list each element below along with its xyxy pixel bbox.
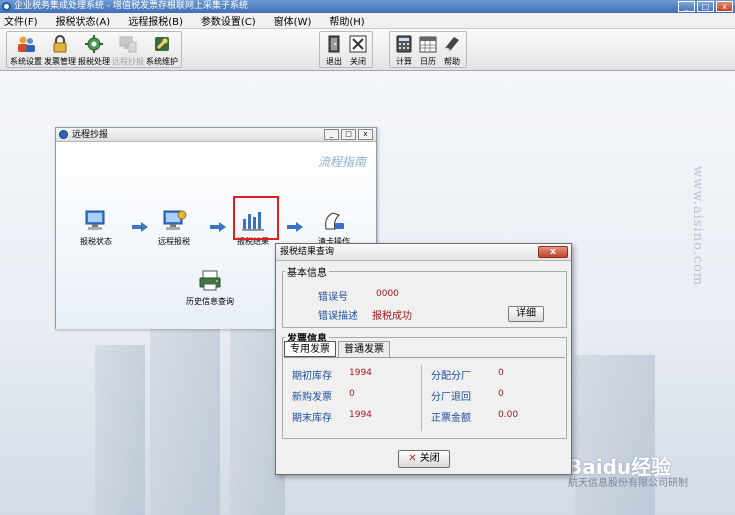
close-window-button[interactable]: 关闭 xyxy=(347,32,369,67)
remote-copy-title: 远程抄报 xyxy=(72,130,109,140)
computer-icon xyxy=(81,207,111,235)
system-settings-button[interactable]: 系统设置 xyxy=(10,32,42,67)
branch-return-value: 0 xyxy=(498,389,504,399)
toolbar-group-main: 系统设置 发票管理 报税处理 远程抄报 系统维护 xyxy=(6,31,182,68)
minimize-button[interactable]: _ xyxy=(678,1,695,12)
close-button[interactable]: x xyxy=(716,1,733,12)
history-query-item[interactable]: 历史信息查询 xyxy=(186,267,234,307)
remote-copy-button[interactable]: 远程抄报 xyxy=(112,32,144,67)
app-title-bar: 企业税务集成处理系统 - 增值税发票存根联网上采集子系统 _ □ x xyxy=(0,0,735,13)
closing-stock-value: 1994 xyxy=(349,410,372,420)
remote-maximize-button[interactable]: □ xyxy=(341,129,356,140)
opening-stock-label: 期初库存 xyxy=(292,371,332,382)
calendar-icon xyxy=(417,33,439,55)
menu-settings[interactable]: 参数设置(C) xyxy=(201,13,256,28)
toolbar: 系统设置 发票管理 报税处理 远程抄报 系统维护 退出 关闭 计算 日历 帮助 xyxy=(0,29,735,71)
toolbar-group-tools: 计算 日历 帮助 xyxy=(389,31,467,68)
workspace-background: www.aisino.com Baidu经验 航天信息股份有限公司研制 远程抄报… xyxy=(0,71,735,515)
tax-processing-button[interactable]: 报税处理 xyxy=(78,32,110,67)
system-maintenance-button[interactable]: 系统维护 xyxy=(146,32,178,67)
dialog-close-x-button[interactable]: x xyxy=(538,246,568,258)
invoice-amount-value: 0.00 xyxy=(498,410,519,420)
exit-door-icon xyxy=(323,33,345,55)
gear-icon xyxy=(83,33,105,55)
opening-stock-value: 1994 xyxy=(349,368,372,378)
step-tax-status[interactable]: 报税状态 xyxy=(80,207,112,247)
closing-stock-label: 期末库存 xyxy=(292,413,332,424)
error-desc-label: 错误描述 xyxy=(318,311,358,322)
aisino-url-watermark: www.aisino.com xyxy=(690,166,705,287)
close-dialog-button[interactable]: ✕ 关闭 xyxy=(398,450,450,468)
invoice-management-button[interactable]: 发票管理 xyxy=(44,32,76,67)
arrow-right-icon xyxy=(132,222,148,232)
app-title: 企业税务集成处理系统 - 增值税发票存根联网上采集子系统 xyxy=(14,1,248,11)
invoice-amount-label: 正票金额 xyxy=(431,413,471,424)
calculator-icon xyxy=(393,33,415,55)
menu-help[interactable]: 帮助(H) xyxy=(329,13,364,28)
menu-bar: 文件(F) 报税状态(A) 远程报税(B) 参数设置(C) 窗体(W) 帮助(H… xyxy=(0,13,735,29)
calculator-button[interactable]: 计算 xyxy=(393,32,415,67)
toolbar-group-window: 退出 关闭 xyxy=(319,31,373,68)
company-mark: 航天信息股份有限公司研制 xyxy=(568,478,688,489)
new-purchase-label: 新购发票 xyxy=(292,392,332,403)
highlight-box xyxy=(233,196,279,240)
basic-info-legend: 基本信息 xyxy=(287,268,327,279)
close-window-icon xyxy=(347,33,369,55)
close-x-icon: ✕ xyxy=(408,453,417,464)
new-purchase-value: 0 xyxy=(349,389,355,399)
arrow-right-icon xyxy=(210,222,226,232)
menu-remote-tax[interactable]: 远程报税(B) xyxy=(128,13,183,28)
error-code-label: 错误号 xyxy=(318,292,348,303)
allocate-branch-value: 0 xyxy=(498,368,504,378)
help-book-icon xyxy=(441,33,463,55)
menu-window[interactable]: 窗体(W) xyxy=(274,13,312,28)
card-reader-icon xyxy=(319,207,349,235)
allocate-branch-label: 分配分厂 xyxy=(431,371,471,382)
branch-return-label: 分厂退回 xyxy=(431,392,471,403)
computer-icon xyxy=(117,33,139,55)
step-remote-tax[interactable]: 远程报税 xyxy=(158,207,190,247)
lock-icon xyxy=(49,33,71,55)
flow-guide-label: 流程指南 xyxy=(317,155,366,169)
remote-computer-icon xyxy=(159,207,189,235)
help-button[interactable]: 帮助 xyxy=(441,32,463,67)
remote-close-button[interactable]: x xyxy=(358,129,373,140)
printer-icon xyxy=(195,267,225,295)
error-code-value: 0000 xyxy=(376,289,399,299)
tab-panel-border xyxy=(284,357,565,358)
tab-normal-invoice[interactable]: 普通发票 xyxy=(338,341,390,357)
menu-file[interactable]: 文件(F) xyxy=(4,13,38,28)
background-building xyxy=(95,345,145,515)
maximize-button[interactable]: □ xyxy=(697,1,714,12)
step-clear-card[interactable]: 清卡操作 xyxy=(318,207,350,247)
tax-result-title: 报税结果查询 xyxy=(280,247,335,257)
background-building xyxy=(575,355,655,515)
wrench-icon xyxy=(151,33,173,55)
tax-result-title-bar[interactable]: 报税结果查询 x xyxy=(276,244,571,261)
tab-special-invoice[interactable]: 专用发票 xyxy=(284,341,336,357)
remote-minimize-button[interactable]: _ xyxy=(324,129,339,140)
users-icon xyxy=(15,33,37,55)
invoice-tabs: 专用发票 普通发票 xyxy=(284,341,392,357)
arrow-right-icon xyxy=(287,222,303,232)
exit-button[interactable]: 退出 xyxy=(323,32,345,67)
remote-copy-title-bar[interactable]: 远程抄报 _ □ x xyxy=(56,128,376,142)
column-divider xyxy=(421,365,422,431)
error-desc-value: 报税成功 xyxy=(372,311,412,322)
calendar-button[interactable]: 日历 xyxy=(417,32,439,67)
detail-button[interactable]: 详细 xyxy=(508,306,544,322)
app-icon xyxy=(2,2,11,11)
tax-result-dialog: 报税结果查询 x 基本信息 错误号 0000 错误描述 报税成功 详细 发票信息… xyxy=(275,243,572,475)
menu-tax-status[interactable]: 报税状态(A) xyxy=(56,13,111,28)
window-icon xyxy=(59,130,68,139)
